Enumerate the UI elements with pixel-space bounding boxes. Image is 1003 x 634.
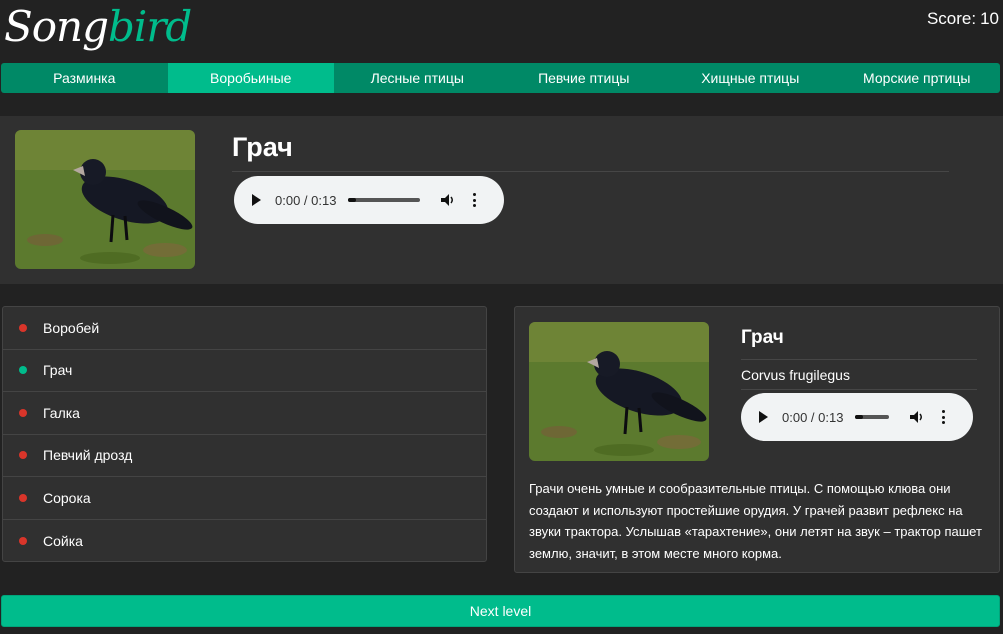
correct-indicator-dot	[19, 366, 27, 375]
details-bird-name: Грач	[741, 327, 977, 360]
rook-photo	[15, 130, 195, 269]
answer-item-sparrow[interactable]: Воробей	[3, 307, 486, 350]
play-icon[interactable]	[759, 411, 768, 423]
more-vert-icon[interactable]	[472, 193, 476, 207]
volume-icon[interactable]	[909, 409, 925, 425]
wrong-indicator-dot	[19, 323, 27, 332]
answer-list: Воробей Грач Галка Певчий дрозд Сорока С…	[2, 306, 487, 562]
answer-label: Сойка	[43, 532, 83, 549]
details-description: Грачи очень умные и сообразительные птиц…	[529, 481, 982, 561]
nav-item-forest-birds[interactable]: Лесные птицы	[334, 63, 501, 93]
details-bird-photo	[529, 322, 709, 461]
question-bird-photo	[15, 130, 195, 269]
answer-label: Певчий дрозд	[43, 447, 133, 464]
wrong-indicator-dot	[19, 451, 27, 460]
answer-label: Грач	[43, 362, 73, 379]
logo-part-song: Song	[4, 2, 109, 51]
answer-item-song-thrush[interactable]: Певчий дрозд	[3, 435, 486, 477]
play-icon[interactable]	[252, 194, 261, 206]
question-audio-player[interactable]: 0:00 / 0:13	[234, 176, 504, 224]
category-nav: Разминка Воробьиные Лесные птицы Певчие …	[1, 63, 1000, 93]
bird-details-panel: Грач Corvus frugilegus 0:00 / 0:13 Грачи…	[514, 306, 1000, 573]
audio-progress-slider[interactable]	[348, 198, 421, 202]
header: Songbird Score: 10	[0, 0, 1003, 60]
wrong-indicator-dot	[19, 536, 27, 545]
details-audio-player[interactable]: 0:00 / 0:13	[741, 393, 973, 441]
volume-icon[interactable]	[440, 192, 456, 208]
score: Score: 10	[923, 9, 999, 29]
audio-progress-slider[interactable]	[855, 415, 890, 419]
answer-label: Сорока	[43, 489, 91, 506]
logo-part-bird: bird	[108, 2, 192, 51]
answer-item-jay[interactable]: Сойка	[3, 520, 486, 563]
logo: Songbird	[4, 2, 192, 51]
nav-item-sea-birds[interactable]: Морские пртицы	[834, 63, 1001, 93]
rook-photo	[529, 322, 709, 461]
score-label: Score:	[926, 9, 977, 28]
answer-item-magpie[interactable]: Сорока	[3, 477, 486, 520]
details-latin-name: Corvus frugilegus	[741, 367, 977, 390]
answer-item-rook[interactable]: Грач	[3, 350, 486, 392]
answer-item-jackdaw[interactable]: Галка	[3, 392, 486, 435]
score-value: 10	[980, 9, 999, 28]
answer-label: Воробей	[43, 319, 100, 336]
more-vert-icon[interactable]	[941, 410, 945, 424]
wrong-indicator-dot	[19, 493, 27, 502]
audio-time: 0:00 / 0:13	[782, 409, 844, 425]
nav-item-birds-of-prey[interactable]: Хищные птицы	[667, 63, 834, 93]
question-title: Грач	[232, 132, 949, 172]
answer-label: Галка	[43, 404, 80, 421]
nav-item-warmup[interactable]: Разминка	[1, 63, 168, 93]
nav-item-passerines[interactable]: Воробьиные	[167, 63, 334, 93]
nav-item-songbirds[interactable]: Певчие птицы	[501, 63, 668, 93]
question-panel: Грач 0:00 / 0:13	[0, 116, 1003, 284]
audio-time: 0:00 / 0:13	[275, 192, 337, 208]
next-level-button[interactable]: Next level	[1, 595, 1000, 627]
wrong-indicator-dot	[19, 408, 27, 417]
